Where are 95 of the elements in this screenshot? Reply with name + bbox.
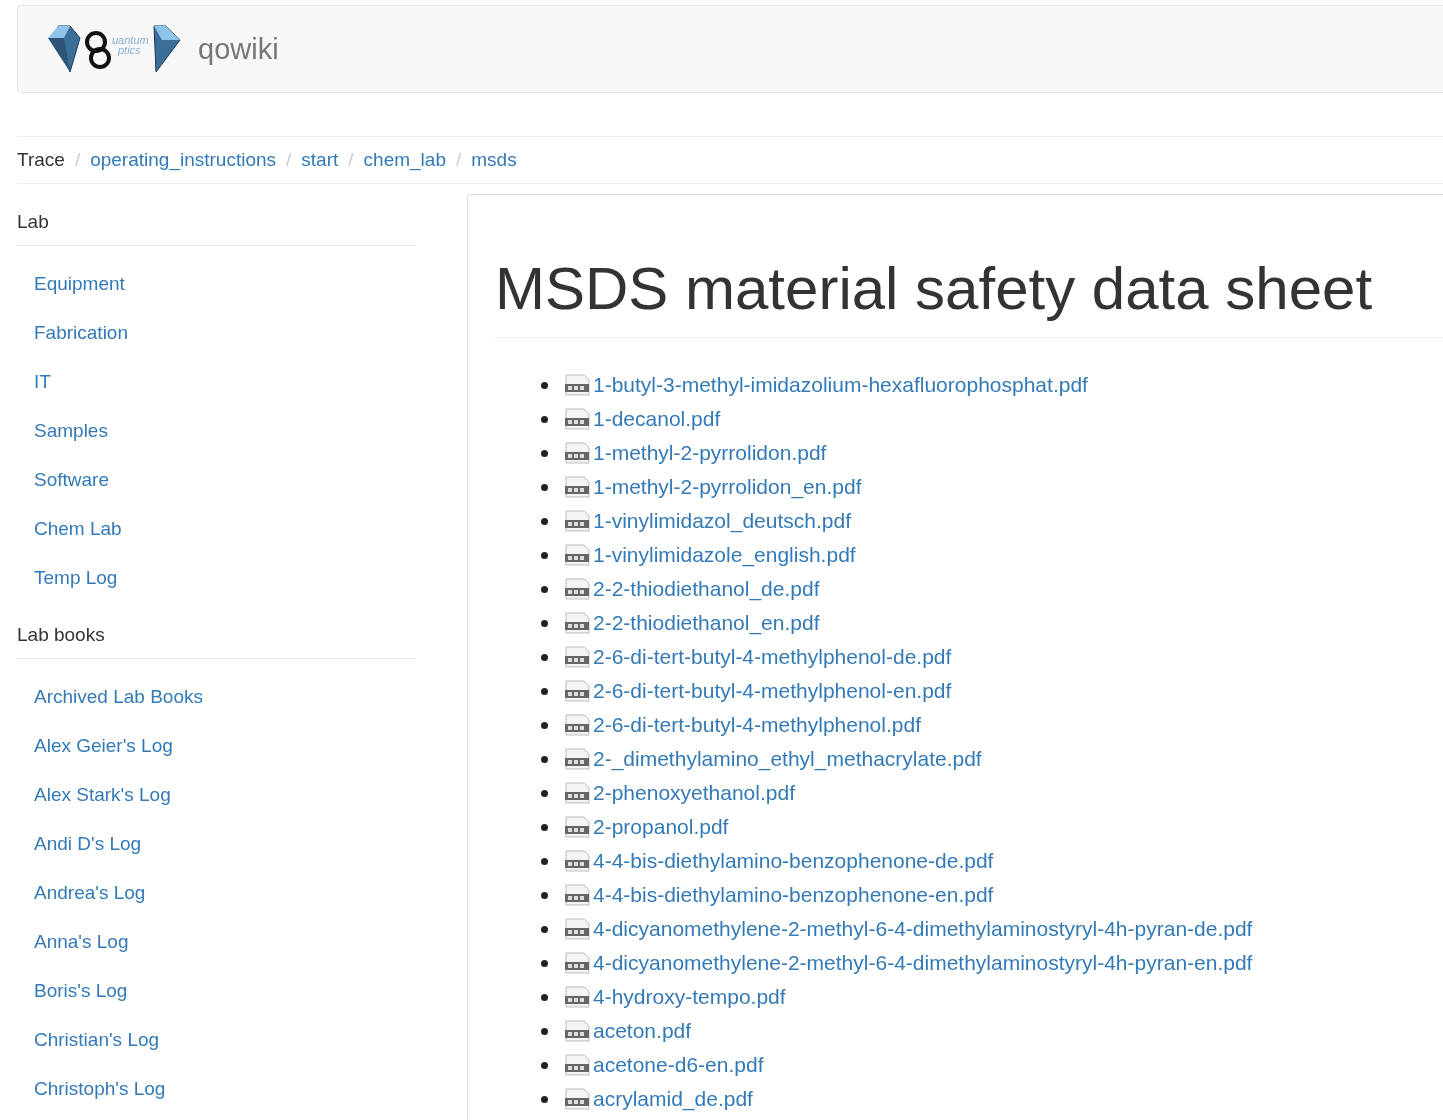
breadcrumb-label: Trace [17, 149, 65, 171]
bullet-icon [541, 551, 548, 559]
file-link[interactable]: aceton.pdf [593, 1019, 692, 1043]
sidebar-link[interactable]: Alex Geier's Log [34, 722, 173, 771]
pdf-file-icon [564, 782, 591, 804]
bullet-icon [541, 721, 548, 729]
file-link[interactable]: 2-phenoxyethanol.pdf [593, 781, 795, 805]
breadcrumb-separator: / [454, 149, 463, 171]
file-link[interactable]: 1-butyl-3-methyl-imidazolium-hexafluorophosphat.pdf [593, 373, 1088, 397]
bullet-icon [541, 381, 548, 389]
sidebar-link[interactable]: IT [34, 358, 51, 407]
breadcrumb-separator: / [347, 149, 355, 171]
pdf-file-icon [564, 442, 591, 464]
breadcrumb-separator: / [285, 149, 293, 171]
file-link[interactable]: 2-6-di-tert-butyl-4-methylphenol.pdf [593, 713, 921, 737]
sidebar-heading: Lab [17, 194, 416, 246]
pdf-file-icon [564, 374, 591, 396]
bullet-icon [541, 1027, 548, 1035]
sidebar-link[interactable]: Anna's Log [34, 918, 129, 967]
pdf-file-icon [564, 578, 591, 600]
sidebar-link[interactable]: Chem Lab [34, 505, 122, 554]
bullet-icon [541, 823, 548, 831]
sidebar-link[interactable]: Christoph's Log [34, 1065, 166, 1114]
file-link[interactable]: 4-4-bis-diethylamino-benzophenone-en.pdf [593, 883, 994, 907]
sidebar-link[interactable]: Fabrication [34, 309, 128, 358]
pdf-file-icon [564, 544, 591, 566]
pdf-file-icon [564, 646, 591, 668]
breadcrumb-link[interactable]: operating_instructions [90, 149, 277, 171]
pdf-file-icon [564, 748, 591, 770]
site-title[interactable]: qowiki [198, 32, 279, 66]
sidebar-link[interactable]: Alex Stark's Log [34, 771, 171, 820]
pdf-file-icon [564, 714, 591, 736]
bullet-icon [541, 483, 548, 491]
bullet-icon [541, 585, 548, 593]
bullet-icon [541, 619, 548, 627]
bullet-icon [541, 415, 548, 423]
bullet-icon [541, 755, 548, 763]
sidebar-heading: Lab books [17, 607, 416, 659]
sidebar-link[interactable]: Temp Log [34, 554, 118, 603]
pdf-file-icon [564, 612, 591, 634]
file-link[interactable]: 1-methyl-2-pyrrolidon_en.pdf [593, 475, 862, 499]
bullet-icon [541, 517, 548, 525]
pdf-file-icon [564, 918, 591, 940]
breadcrumb-link[interactable]: start [301, 149, 339, 171]
bullet-icon [541, 891, 548, 899]
bullet-icon [541, 653, 548, 661]
breadcrumb-link[interactable]: msds [471, 149, 517, 171]
pdf-file-icon [564, 476, 591, 498]
bullet-icon [541, 857, 548, 865]
breadcrumb-separator: / [73, 149, 82, 171]
pdf-file-icon [564, 680, 591, 702]
pdf-file-icon [564, 510, 591, 532]
bullet-icon [541, 449, 548, 457]
breadcrumb-link[interactable]: chem_lab [363, 149, 446, 171]
bullet-icon [541, 687, 548, 695]
sidebar-link[interactable]: Andrea's Log [34, 869, 146, 918]
sidebar-link[interactable]: Equipment [34, 260, 125, 309]
sidebar-link[interactable]: Software [34, 456, 109, 505]
pdf-file-icon [564, 1054, 591, 1076]
file-link[interactable]: 1-vinylimidazol_deutsch.pdf [593, 509, 851, 533]
pdf-file-icon [564, 986, 591, 1008]
file-link[interactable]: acetone-d6-en.pdf [593, 1053, 764, 1077]
file-link[interactable]: 4-dicyanomethylene-2-methyl-6-4-dimethylaminostyryl-4h-pyran-de.pdf [593, 917, 1253, 941]
sidebar-link[interactable]: Archived Lab Books [34, 673, 203, 722]
bullet-icon [541, 925, 548, 933]
file-link[interactable]: 1-decanol.pdf [593, 407, 721, 431]
file-link[interactable]: 1-vinylimidazole_english.pdf [593, 543, 856, 567]
sidebar-link[interactable]: Samples [34, 407, 108, 456]
file-link[interactable]: acrylamid_de.pdf [593, 1087, 753, 1111]
pdf-file-icon [564, 952, 591, 974]
sidebar-link[interactable]: Andi D's Log [34, 820, 142, 869]
pdf-file-icon [564, 408, 591, 430]
file-link[interactable]: 1-methyl-2-pyrrolidon.pdf [593, 441, 827, 465]
pdf-file-icon [564, 1088, 591, 1110]
bullet-icon [541, 789, 548, 797]
bullet-icon [541, 1095, 548, 1103]
file-link[interactable]: 2-_dimethylamino_ethyl_methacrylate.pdf [593, 747, 982, 771]
bullet-icon [541, 959, 548, 967]
file-link[interactable]: 2-propanol.pdf [593, 815, 729, 839]
pdf-file-icon [564, 884, 591, 906]
bullet-icon [541, 993, 548, 1001]
file-link[interactable]: 2-2-thiodiethanol_en.pdf [593, 611, 820, 635]
file-link[interactable]: 4-dicyanomethylene-2-methyl-6-4-dimethylaminostyryl-4h-pyran-en.pdf [593, 951, 1253, 975]
file-link[interactable]: 4-hydroxy-tempo.pdf [593, 985, 786, 1009]
file-link[interactable]: 2-6-di-tert-butyl-4-methylphenol-en.pdf [593, 679, 952, 703]
pdf-file-icon [564, 850, 591, 872]
bullet-icon [541, 1061, 548, 1069]
file-link[interactable]: 4-4-bis-diethylamino-benzophenone-de.pdf [593, 849, 994, 873]
file-link[interactable]: 2-6-di-tert-butyl-4-methylphenol-de.pdf [593, 645, 952, 669]
sidebar-link[interactable]: Boris's Log [34, 967, 128, 1016]
pdf-file-icon [564, 1020, 591, 1042]
file-link[interactable]: 2-2-thiodiethanol_de.pdf [593, 577, 820, 601]
pdf-file-icon [564, 816, 591, 838]
sidebar-link[interactable]: Christian's Log [34, 1016, 160, 1065]
page-title: MSDS material safety data sheet [495, 255, 1443, 338]
